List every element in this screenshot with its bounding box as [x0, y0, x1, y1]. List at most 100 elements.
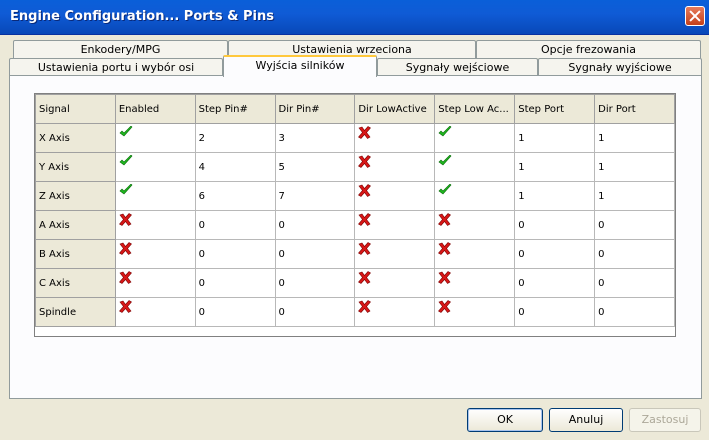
column-header[interactable]: Step Pin#	[194, 94, 276, 124]
step-pin-cell[interactable]: 4	[194, 152, 276, 182]
cross-icon	[438, 213, 513, 226]
column-header[interactable]: Dir Port	[594, 94, 675, 124]
enabled-cell[interactable]	[114, 239, 196, 269]
step-pin-cell[interactable]: 2	[194, 123, 276, 153]
cross-icon	[118, 213, 194, 226]
column-header[interactable]: Step Port	[514, 94, 596, 124]
step_low-cell[interactable]	[434, 123, 516, 153]
row-header[interactable]: Spindle	[35, 297, 116, 327]
dir-port-cell[interactable]: 0	[594, 210, 675, 240]
step-port-cell[interactable]: 0	[514, 239, 596, 269]
cross-icon	[358, 213, 433, 226]
dir-pin-cell[interactable]: 0	[274, 268, 356, 298]
cross-icon	[358, 155, 433, 168]
tab-panel: Signal Enabled Step Pin# Dir Pin# Dir LowAct…	[9, 75, 702, 399]
table-row[interactable]: B Axis 0 0 0 0	[35, 239, 675, 269]
step_low-cell[interactable]	[434, 268, 516, 298]
window-title: Engine Configuration... Ports & Pins	[10, 9, 274, 24]
cross-icon	[358, 271, 433, 284]
dir_low-cell[interactable]	[354, 181, 436, 211]
cross-icon	[358, 242, 433, 255]
checkmark-icon	[119, 184, 194, 197]
cross-icon	[358, 300, 433, 313]
column-header[interactable]: Enabled	[114, 94, 196, 124]
row-header[interactable]: X Axis	[35, 123, 116, 153]
dir_low-cell[interactable]	[354, 239, 436, 269]
step-pin-cell[interactable]: 0	[194, 210, 276, 240]
row-header[interactable]: B Axis	[35, 239, 116, 269]
table-row[interactable]: Y Axis 4 5 1 1	[35, 152, 675, 182]
enabled-cell[interactable]	[114, 123, 196, 153]
checkmark-icon	[438, 184, 513, 197]
checkmark-icon	[119, 126, 194, 139]
cross-icon	[358, 126, 433, 139]
step-pin-cell[interactable]: 0	[194, 297, 276, 327]
step_low-cell[interactable]	[434, 152, 516, 182]
dir_low-cell[interactable]	[354, 297, 436, 327]
dir-pin-cell[interactable]: 3	[274, 123, 356, 153]
row-header[interactable]: Z Axis	[35, 181, 116, 211]
dir-port-cell[interactable]: 1	[594, 181, 675, 211]
step-port-cell[interactable]: 1	[514, 181, 596, 211]
step_low-cell[interactable]	[434, 210, 516, 240]
pin-table: Signal Enabled Step Pin# Dir Pin# Dir LowAct…	[35, 94, 675, 327]
cross-icon	[118, 242, 194, 255]
table-row[interactable]: Z Axis 6 7 1 1	[35, 181, 675, 211]
dir_low-cell[interactable]	[354, 123, 436, 153]
column-header[interactable]: Dir LowActive	[354, 94, 436, 124]
dir_low-cell[interactable]	[354, 268, 436, 298]
dir-port-cell[interactable]: 1	[594, 123, 675, 153]
table-row[interactable]: Spindle 0 0 0 0	[35, 297, 675, 327]
column-header[interactable]: Step Low Ac...	[434, 94, 516, 124]
enabled-cell[interactable]	[114, 268, 196, 298]
ok-button[interactable]: OK	[467, 408, 543, 432]
step-port-cell[interactable]: 0	[514, 210, 596, 240]
dir-port-cell[interactable]: 0	[594, 239, 675, 269]
enabled-cell[interactable]	[114, 297, 196, 327]
dir-port-cell[interactable]: 0	[594, 297, 675, 327]
table-row[interactable]: X Axis 2 3 1 1	[35, 123, 675, 153]
enabled-cell[interactable]	[114, 152, 196, 182]
step-pin-cell[interactable]: 0	[194, 239, 276, 269]
step-port-cell[interactable]: 1	[514, 123, 596, 153]
step-pin-cell[interactable]: 6	[194, 181, 276, 211]
step-port-cell[interactable]: 1	[514, 152, 596, 182]
tab-sygnaly-wejsciowe[interactable]: Sygnały wejściowe	[377, 58, 538, 76]
close-button[interactable]	[685, 6, 705, 26]
table-row[interactable]: A Axis 0 0 0 0	[35, 210, 675, 240]
tab-opcje-frezowania[interactable]: Opcje frezowania	[476, 40, 701, 58]
apply-button[interactable]: Zastosuj	[629, 408, 701, 432]
cancel-button[interactable]: Anuluj	[549, 408, 623, 432]
row-header[interactable]: Y Axis	[35, 152, 116, 182]
enabled-cell[interactable]	[114, 210, 196, 240]
dir-port-cell[interactable]: 1	[594, 152, 675, 182]
dir-pin-cell[interactable]: 0	[274, 239, 356, 269]
step_low-cell[interactable]	[434, 297, 516, 327]
step_low-cell[interactable]	[434, 239, 516, 269]
tab-ustawienia-portu[interactable]: Ustawienia portu i wybór osi	[9, 58, 223, 76]
step-pin-cell[interactable]: 0	[194, 268, 276, 298]
tab-enkodery-mpg[interactable]: Enkodery/MPG	[13, 40, 228, 58]
column-header[interactable]: Dir Pin#	[274, 94, 356, 124]
tab-wyjscia-silnikow[interactable]: Wyjścia silników	[223, 55, 377, 77]
dir-pin-cell[interactable]: 5	[274, 152, 356, 182]
step-port-cell[interactable]: 0	[514, 297, 596, 327]
step-port-cell[interactable]: 0	[514, 268, 596, 298]
row-header[interactable]: A Axis	[35, 210, 116, 240]
checkmark-icon	[438, 155, 513, 168]
dir_low-cell[interactable]	[354, 152, 436, 182]
enabled-cell[interactable]	[114, 181, 196, 211]
title-bar: Engine Configuration... Ports & Pins	[0, 0, 709, 35]
cross-icon	[438, 271, 513, 284]
tab-sygnaly-wyjsciowe[interactable]: Sygnały wyjściowe	[538, 58, 702, 76]
dir_low-cell[interactable]	[354, 210, 436, 240]
dir-pin-cell[interactable]: 7	[274, 181, 356, 211]
step_low-cell[interactable]	[434, 181, 516, 211]
cross-icon	[118, 300, 194, 313]
table-row[interactable]: C Axis 0 0 0 0	[35, 268, 675, 298]
dir-pin-cell[interactable]: 0	[274, 297, 356, 327]
row-header[interactable]: C Axis	[35, 268, 116, 298]
dir-pin-cell[interactable]: 0	[274, 210, 356, 240]
dir-port-cell[interactable]: 0	[594, 268, 675, 298]
column-header[interactable]: Signal	[35, 94, 116, 124]
